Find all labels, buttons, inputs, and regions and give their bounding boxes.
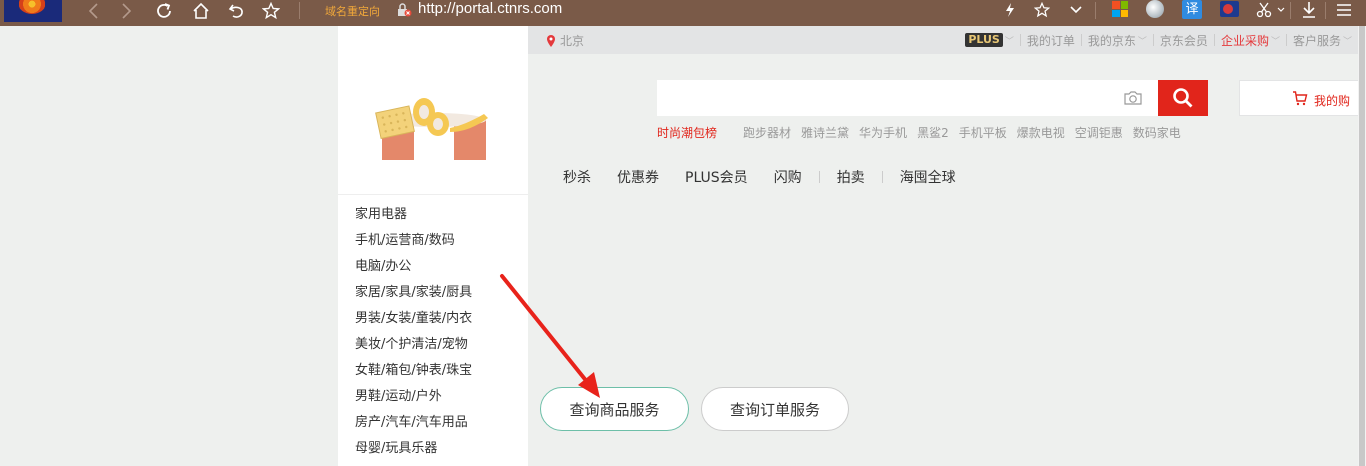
- nav-separator: [818, 171, 820, 183]
- category-list: 家用电器 手机/运营商/数码 电脑/办公 家居/家具/家装/厨具 男装/女装/童…: [338, 202, 528, 462]
- category-item[interactable]: 男装/女装/童装/内衣: [338, 306, 528, 332]
- nav-global[interactable]: 海囤全球: [900, 167, 956, 187]
- category-item[interactable]: 母婴/玩具乐器: [338, 436, 528, 462]
- chevron-down-icon: ﹀: [1342, 36, 1352, 47]
- refresh-icon[interactable]: [152, 0, 176, 22]
- divider: [338, 194, 528, 195]
- topnav-label: 京东会员: [1159, 33, 1208, 48]
- nav-flash-sale[interactable]: 闪购: [774, 167, 802, 187]
- topnav-label: 我的京东: [1087, 33, 1136, 48]
- category-item[interactable]: 手机/运营商/数码: [338, 228, 528, 254]
- topnav-label: 企业采购: [1220, 33, 1269, 48]
- topnav-my-jd[interactable]: 我的京东 ﹀: [1082, 32, 1153, 49]
- topnav-enterprise[interactable]: 企业采购 ﹀: [1215, 32, 1286, 49]
- toolbar-separator: [299, 2, 300, 19]
- category-item[interactable]: 电脑/办公: [338, 254, 528, 280]
- site-logo[interactable]: [338, 26, 528, 194]
- forward-icon[interactable]: [114, 0, 138, 22]
- hotword-link[interactable]: 时尚潮包榜: [657, 124, 717, 141]
- globe-icon[interactable]: [1146, 0, 1164, 18]
- category-item[interactable]: 女鞋/箱包/钟表/珠宝: [338, 358, 528, 384]
- cart-label: 我的购: [1314, 94, 1351, 108]
- location-label: 北京: [560, 34, 585, 48]
- translate-icon[interactable]: 译: [1182, 0, 1202, 19]
- hotword-link[interactable]: 爆款电视: [1017, 124, 1065, 141]
- topnav-label: 客户服务: [1292, 33, 1341, 48]
- undo-icon[interactable]: [225, 0, 249, 22]
- topnav-jd-member[interactable]: 京东会员: [1154, 32, 1214, 49]
- redirect-label[interactable]: 域名重定向: [325, 3, 380, 19]
- toolbar-separator: [1095, 2, 1096, 19]
- tab-favicon[interactable]: [4, 0, 62, 22]
- top-nav: PLUS ﹀ 我的订单 我的京东 ﹀ 京东会员 企业采购 ﹀ 客户服务 ﹀: [959, 26, 1358, 54]
- query-order-service-button[interactable]: 查询订单服务: [701, 387, 849, 431]
- nav-auction[interactable]: 拍卖: [837, 167, 865, 187]
- back-icon[interactable]: [82, 0, 106, 22]
- search-button[interactable]: [1158, 80, 1208, 116]
- category-item[interactable]: 美妆/个护清洁/宠物: [338, 332, 528, 358]
- nav-seckill[interactable]: 秒杀: [563, 167, 591, 187]
- chevron-down-icon: ﹀: [1270, 36, 1280, 47]
- chevron-down-icon[interactable]: [1065, 0, 1087, 20]
- security-warning-icon[interactable]: [396, 2, 412, 18]
- location-pin-icon: [547, 34, 555, 47]
- category-item[interactable]: 男鞋/运动/户外: [338, 384, 528, 410]
- snack-bowl-icon: [375, 98, 488, 160]
- category-item[interactable]: 家用电器: [338, 202, 528, 228]
- plus-badge: PLUS: [965, 33, 1003, 47]
- category-item[interactable]: 家居/家具/家装/厨具: [338, 280, 528, 306]
- hotword-link[interactable]: 空调钜惠: [1075, 124, 1123, 141]
- chevron-down-icon: ﹀: [1004, 36, 1014, 47]
- category-item[interactable]: 房产/汽车/汽车用品: [338, 410, 528, 436]
- favorite-star-icon[interactable]: [1031, 0, 1053, 20]
- search-icon: [1173, 88, 1193, 108]
- windows-apps-icon[interactable]: [1112, 1, 1128, 17]
- download-icon[interactable]: [1298, 0, 1320, 20]
- nav-separator: [881, 171, 883, 183]
- location-selector[interactable]: 北京: [546, 32, 584, 49]
- cart-icon: [1293, 91, 1308, 106]
- browser-toolbar: 域名重定向 http://portal.ctnrs.com 译: [0, 0, 1366, 26]
- category-panel: 家用电器 手机/运营商/数码 电脑/办公 家居/家具/家装/厨具 男装/女装/童…: [338, 26, 528, 466]
- camera-icon[interactable]: [1123, 90, 1143, 106]
- chevron-down-icon: ﹀: [1137, 36, 1147, 47]
- site-top-bar: 北京 PLUS ﹀ 我的订单 我的京东 ﹀ 京东会员 企业采购 ﹀ 客户服务 ﹀: [528, 26, 1358, 54]
- nav-coupons[interactable]: 优惠券: [617, 167, 659, 187]
- toolbar-separator: [1325, 2, 1326, 19]
- hotword-link[interactable]: 手机平板: [959, 124, 1007, 141]
- flag-icon[interactable]: [1220, 1, 1239, 17]
- scrollbar-thumb[interactable]: [1359, 26, 1365, 466]
- topnav-label: 我的订单: [1026, 33, 1075, 48]
- scissors-icon[interactable]: [1253, 0, 1275, 20]
- plus-menu[interactable]: PLUS ﹀: [959, 33, 1020, 47]
- home-icon[interactable]: [189, 0, 213, 22]
- hotword-link[interactable]: 雅诗兰黛: [801, 124, 849, 141]
- hot-search-words: 时尚潮包榜 跑步器材 雅诗兰黛 华为手机 黑鲨2 手机平板 爆款电视 空调钜惠 …: [657, 124, 1191, 141]
- bookmark-star-icon[interactable]: [259, 0, 283, 22]
- menu-icon[interactable]: [1333, 0, 1355, 20]
- address-bar-url[interactable]: http://portal.ctnrs.com: [418, 0, 562, 17]
- hotword-link[interactable]: 跑步器材: [743, 124, 791, 141]
- cart-button[interactable]: 我的购: [1239, 80, 1366, 116]
- main-nav: 秒杀 优惠券 PLUS会员 闪购 拍卖 海囤全球: [563, 167, 982, 187]
- hotword-link[interactable]: 华为手机: [859, 124, 907, 141]
- nav-plus-member[interactable]: PLUS会员: [685, 167, 748, 187]
- search-box: [657, 80, 1159, 116]
- vertical-scrollbar[interactable]: [1358, 26, 1366, 466]
- toolbar-separator: [1290, 2, 1291, 19]
- search-input[interactable]: [657, 80, 1117, 116]
- hotword-link[interactable]: 黑鲨2: [917, 124, 949, 141]
- topnav-my-orders[interactable]: 我的订单: [1021, 32, 1081, 49]
- lightning-icon[interactable]: [999, 0, 1021, 20]
- query-product-service-button[interactable]: 查询商品服务: [540, 387, 689, 431]
- chevron-down-icon[interactable]: [1275, 0, 1287, 20]
- topnav-customer-service[interactable]: 客户服务 ﹀: [1287, 32, 1358, 49]
- hotword-link[interactable]: 数码家电: [1133, 124, 1181, 141]
